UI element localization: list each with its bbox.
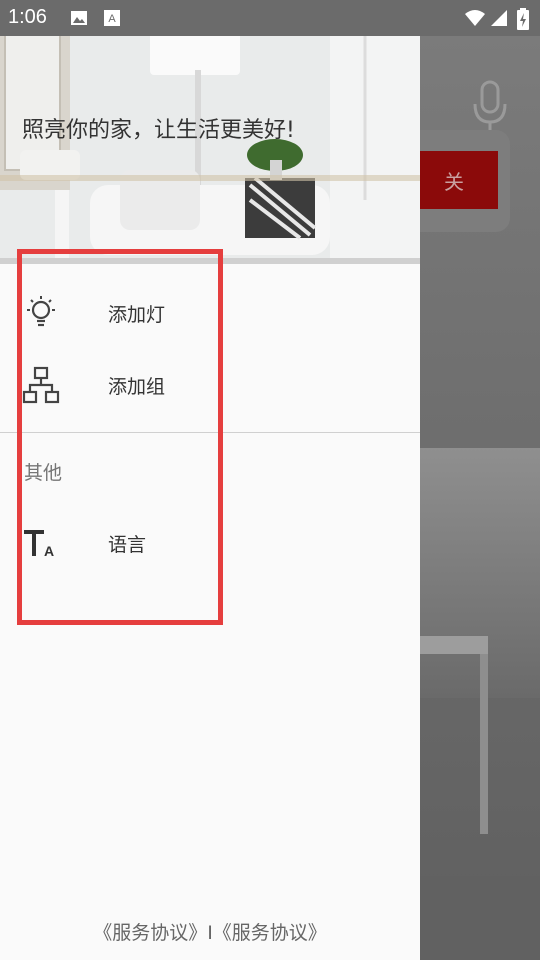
status-time: 1:06 (8, 6, 47, 28)
hierarchy-icon (22, 366, 60, 404)
svg-text:A: A (44, 543, 54, 559)
battery-icon (517, 8, 529, 30)
off-button[interactable]: 关 (410, 151, 498, 209)
status-bar: 1:06 A (0, 0, 540, 36)
bulb-icon (27, 296, 55, 327)
text-size-icon: A (24, 530, 54, 559)
footer-links[interactable]: 《服务协议》I《服务协议》 (0, 918, 420, 945)
background-table (420, 636, 488, 834)
menu-item-add-group[interactable]: 添加组 (0, 352, 420, 416)
image-notification-icon (71, 11, 87, 25)
drawer-header: 照亮你的家，让生活更美好! (0, 0, 420, 264)
menu-item-language[interactable]: A 语言 (0, 510, 420, 574)
microphone-icon[interactable] (470, 80, 510, 136)
section-title-other: 其他 (24, 462, 63, 484)
background-bottom-bar (420, 876, 540, 960)
svg-text:A: A (108, 13, 116, 25)
wifi-icon (465, 10, 485, 26)
divider (0, 432, 420, 433)
header-title: 照亮你的家，让生活更美好! (22, 118, 295, 143)
menu-item-label: 语言 (108, 534, 147, 556)
signal-icon (491, 10, 507, 26)
menu-item-label: 添加组 (108, 376, 166, 398)
navigation-drawer: 照亮你的家，让生活更美好! 添加灯 添加组 其他 A 语言 《服务协议》I《服务… (0, 0, 420, 960)
menu-item-add-light[interactable]: 添加灯 (0, 280, 420, 344)
menu-item-label: 添加灯 (108, 304, 166, 326)
font-notification-icon: A (104, 10, 120, 26)
